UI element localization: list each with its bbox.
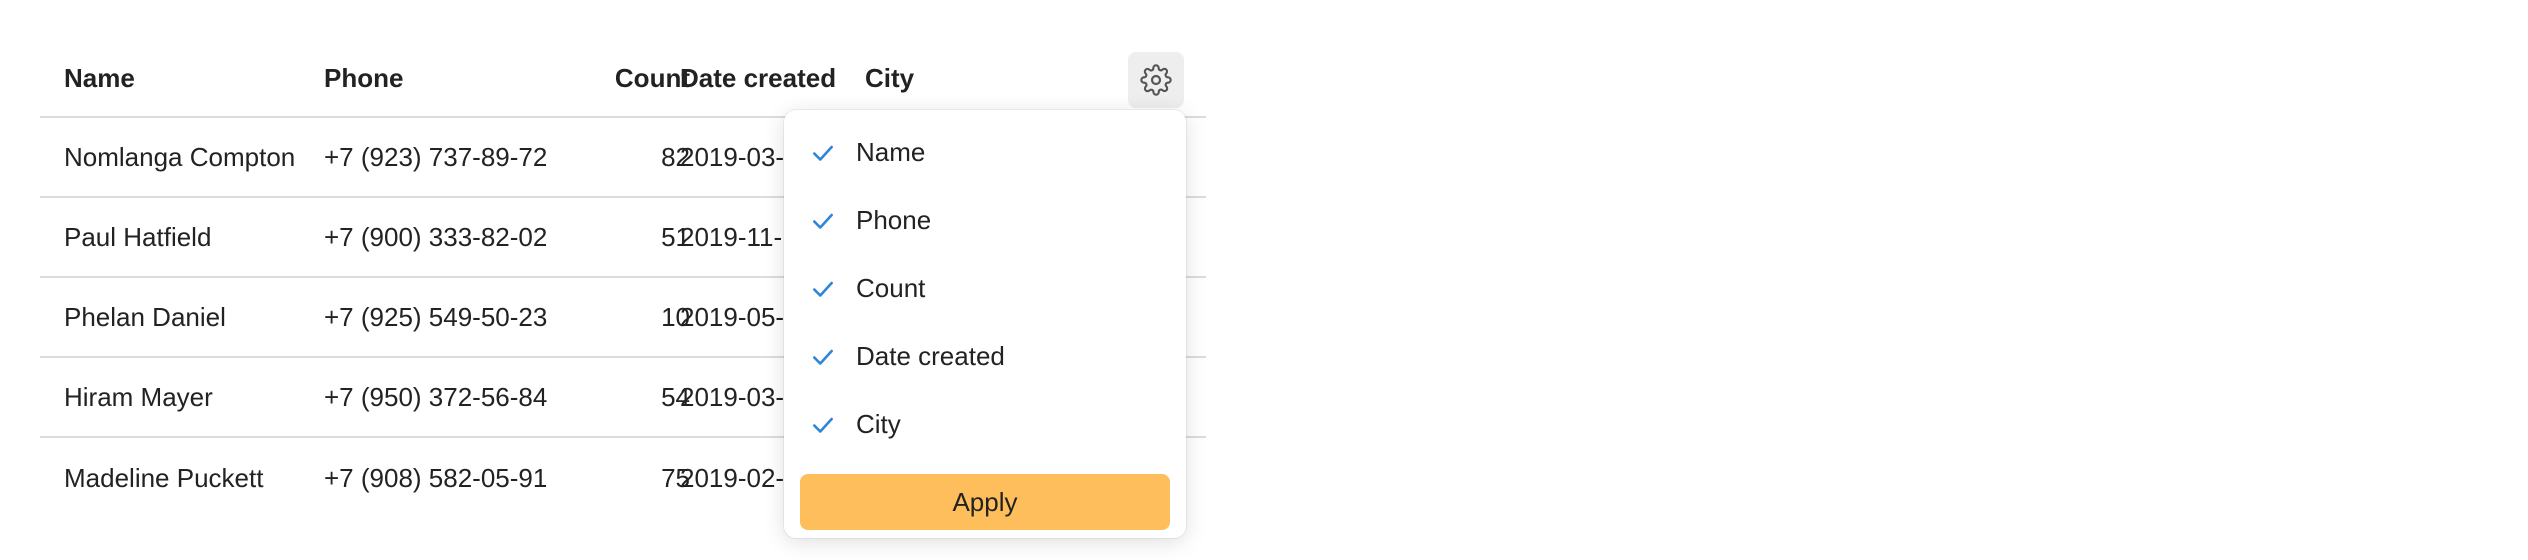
cell-name: Madeline Puckett [64, 462, 264, 493]
cell-count: 10 [661, 301, 690, 332]
menu-item-label: Name [856, 136, 926, 167]
checkmark-icon [813, 281, 833, 297]
page: Name Phone Count Date created City Nomla… [0, 0, 2528, 560]
cell-name: Paul Hatfield [64, 221, 212, 252]
cell-name: Phelan Daniel [64, 301, 226, 332]
table-header-row: Name Phone Count Date created City [40, 40, 1206, 118]
menu-item-name[interactable]: Name [784, 122, 1186, 182]
cell-count: 54 [661, 381, 690, 412]
cell-name: Nomlanga Compton [64, 141, 296, 172]
cell-count: 75 [661, 462, 690, 493]
menu-item-label: Count [856, 272, 926, 303]
column-header-phone[interactable]: Phone [324, 40, 584, 116]
column-visibility-menu: Name Phone Count Date created City Apply [784, 110, 1186, 538]
cell-count: 51 [661, 221, 690, 252]
gear-icon [1140, 64, 1172, 96]
cell-name: Hiram Mayer [64, 381, 213, 412]
cell-count: 82 [661, 141, 690, 172]
cell-phone: +7 (925) 549-50-23 [324, 301, 548, 332]
menu-item-count[interactable]: Count [784, 258, 1186, 318]
apply-button[interactable]: Apply [800, 474, 1170, 530]
column-header-name[interactable]: Name [64, 40, 314, 116]
checkmark-icon [813, 145, 833, 161]
cell-phone: +7 (900) 333-82-02 [324, 221, 548, 252]
menu-item-date-created[interactable]: Date created [784, 326, 1186, 386]
cell-phone: +7 (923) 737-89-72 [324, 141, 548, 172]
cell-phone: +7 (950) 372-56-84 [324, 381, 548, 412]
column-header-city[interactable]: City [865, 40, 1065, 116]
menu-item-label: City [856, 408, 901, 439]
column-header-count[interactable]: Count [560, 40, 690, 116]
menu-item-label: Phone [856, 204, 932, 235]
cell-phone: +7 (908) 582-05-91 [324, 462, 548, 493]
checkmark-icon [813, 417, 833, 433]
menu-item-label: Date created [856, 340, 1005, 371]
column-header-date-created[interactable]: Date created [680, 40, 862, 116]
menu-item-phone[interactable]: Phone [784, 190, 1186, 250]
menu-item-city[interactable]: City [784, 394, 1186, 454]
checkmark-icon [813, 213, 833, 229]
checkmark-icon [813, 349, 833, 365]
column-settings-button[interactable] [1128, 52, 1184, 108]
